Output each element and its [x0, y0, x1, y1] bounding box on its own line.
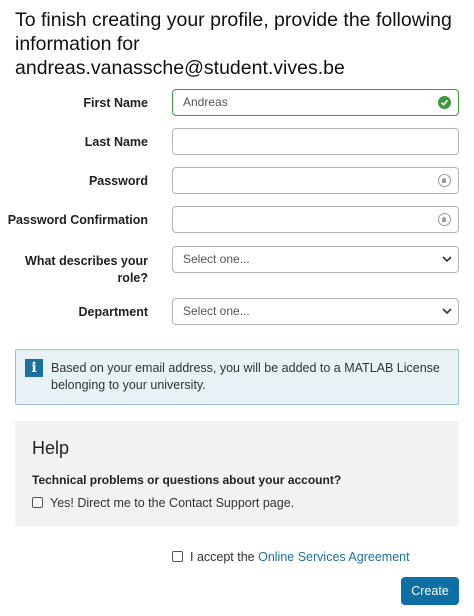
help-title: Help	[32, 438, 70, 458]
contact-support-label[interactable]: Yes! Direct me to the Contact Support pa…	[50, 496, 294, 510]
help-question: Technical problems or questions about yo…	[32, 473, 342, 487]
role-select[interactable]: Select one...	[172, 246, 459, 273]
create-button[interactable]: Create	[401, 577, 459, 605]
password-field[interactable]	[172, 167, 459, 194]
info-text-line-1: Based on your email address, you will be…	[51, 361, 440, 375]
password-label: Password	[88, 174, 148, 188]
password-manager-icon[interactable]	[438, 174, 451, 187]
role-label-line-1: What describes your	[25, 254, 148, 268]
first-name-value: Andreas	[183, 95, 228, 109]
password-manager-icon[interactable]	[438, 213, 451, 226]
last-name-label: Last Name	[84, 135, 148, 149]
password-confirmation-label: Password Confirmation	[7, 213, 148, 227]
check-circle-icon	[438, 96, 451, 109]
info-text: Based on your email address, you will be…	[51, 360, 451, 394]
online-services-agreement-link[interactable]: Online Services Agreement	[258, 550, 409, 564]
page-heading: To finish creating your profile, provide…	[15, 8, 467, 80]
agreement-checkbox[interactable]	[172, 551, 183, 562]
role-label-line-2: role?	[117, 271, 148, 285]
role-label: What describes your role?	[25, 253, 148, 287]
info-icon: i	[25, 359, 43, 377]
chevron-down-icon	[442, 256, 452, 263]
license-info-box: i Based on your email address, you will …	[15, 349, 459, 405]
first-name-field[interactable]: Andreas	[172, 89, 459, 116]
password-confirmation-field[interactable]	[172, 206, 459, 233]
role-selected-value: Select one...	[183, 252, 250, 266]
heading-line-1: To finish creating your profile, provide…	[15, 9, 452, 31]
first-name-label: First Name	[83, 96, 148, 110]
contact-support-checkbox[interactable]	[32, 497, 43, 508]
department-selected-value: Select one...	[183, 304, 250, 318]
info-text-line-2: belonging to your university.	[51, 378, 206, 392]
heading-email: andreas.vanassche@student.vives.be	[15, 57, 345, 79]
department-select[interactable]: Select one...	[172, 298, 459, 325]
chevron-down-icon	[442, 308, 452, 315]
agreement-label: I accept the Online Services Agreement	[190, 550, 410, 564]
help-panel: Help Technical problems or questions abo…	[15, 421, 459, 526]
heading-line-2: information for	[15, 33, 140, 55]
agreement-prefix: I accept the	[190, 550, 259, 564]
last-name-field[interactable]	[172, 128, 459, 155]
department-label: Department	[78, 305, 148, 319]
